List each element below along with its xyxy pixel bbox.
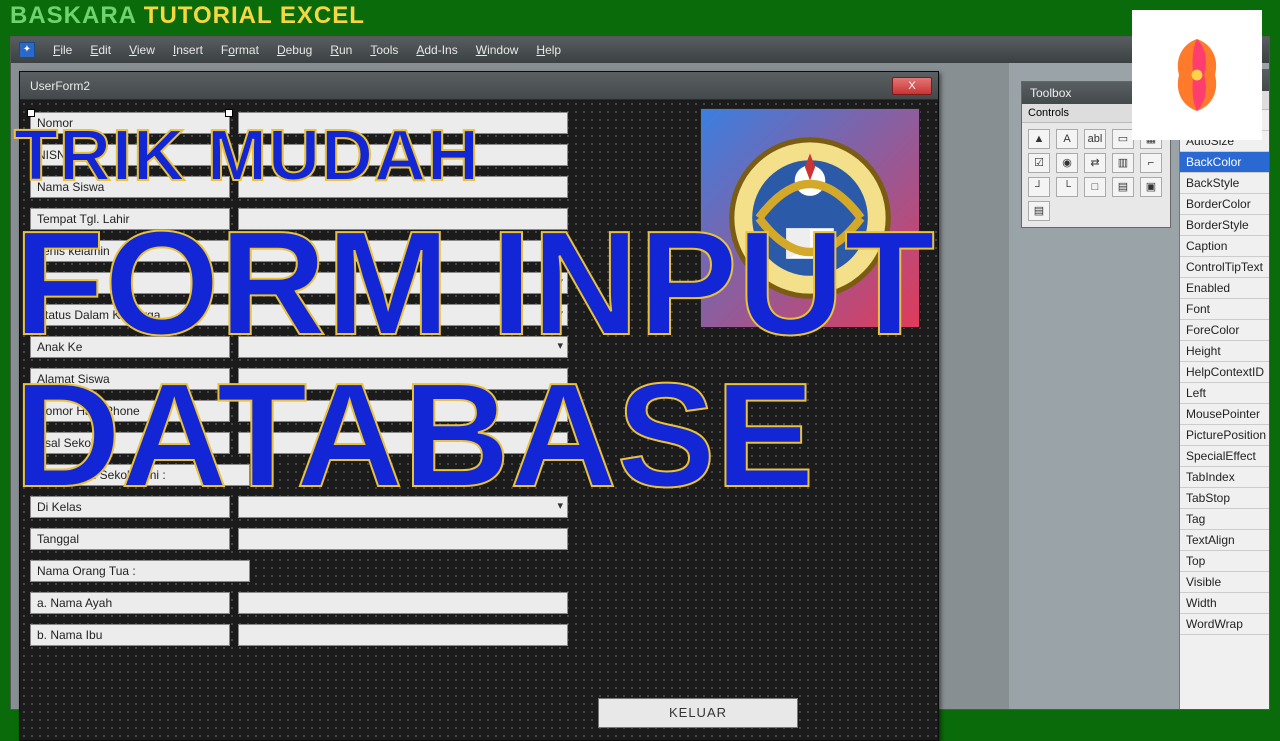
label-status[interactable]: Status Dalam Keluarga (30, 304, 230, 326)
prop-helpcontextid[interactable]: HelpContextID (1180, 362, 1269, 383)
prop-backcolor[interactable]: BackColor (1180, 152, 1269, 173)
combo-jk[interactable] (238, 240, 568, 262)
prop-mousepointer[interactable]: MousePointer (1180, 404, 1269, 425)
label-hp[interactable]: Nomor HandPhone (30, 400, 230, 422)
tool-11[interactable]: └ (1056, 177, 1078, 197)
section-ortu[interactable]: Nama Orang Tua : (30, 560, 250, 582)
tool-2[interactable]: abl (1084, 129, 1106, 149)
prop-font[interactable]: Font (1180, 299, 1269, 320)
watermark-title: TUTORIAL EXCEL (144, 2, 365, 29)
tool-10[interactable]: ┘ (1028, 177, 1050, 197)
combo-agama[interactable] (238, 272, 568, 294)
label-alamat[interactable]: Alamat Siswa (30, 368, 230, 390)
app-icon: ✦ (19, 42, 35, 58)
keluar-button[interactable]: KELUAR (598, 698, 798, 728)
input-asal[interactable] (238, 432, 568, 454)
tool-7[interactable]: ⇄ (1084, 153, 1106, 173)
menu-debug[interactable]: Debug (277, 43, 312, 57)
label-nama[interactable]: Nama Siswa (30, 176, 230, 198)
prop-left[interactable]: Left (1180, 383, 1269, 404)
menu-run[interactable]: Run (330, 43, 352, 57)
menu-file[interactable]: File (53, 43, 72, 57)
tool-13[interactable]: ▤ (1112, 177, 1134, 197)
form-designer[interactable]: UserForm2 X Nomor NISN Nama Siswa Tempat… (11, 63, 1009, 709)
menu-tools[interactable]: Tools (370, 43, 398, 57)
prop-width[interactable]: Width (1180, 593, 1269, 614)
menu-help[interactable]: Help (536, 43, 561, 57)
menu-addins[interactable]: Add-Ins (416, 43, 457, 57)
channel-logo (1132, 10, 1262, 140)
prop-backstyle[interactable]: BackStyle (1180, 173, 1269, 194)
tool-1[interactable]: A (1056, 129, 1078, 149)
tool-9[interactable]: ⌐ (1140, 153, 1162, 173)
school-crest-image[interactable] (700, 108, 920, 328)
input-nama[interactable] (238, 176, 568, 198)
vba-ide: ✦ File Edit View Insert Format Debug Run… (10, 36, 1270, 710)
prop-forecolor[interactable]: ForeColor (1180, 320, 1269, 341)
prop-wordwrap[interactable]: WordWrap (1180, 614, 1269, 635)
userform-titlebar[interactable]: UserForm2 X (20, 72, 938, 100)
tool-8[interactable]: ▥ (1112, 153, 1134, 173)
label-dikelas[interactable]: Di Kelas (30, 496, 230, 518)
prop-tabindex[interactable]: TabIndex (1180, 467, 1269, 488)
tool-6[interactable]: ◉ (1056, 153, 1078, 173)
prop-textalign[interactable]: TextAlign (1180, 530, 1269, 551)
prop-tag[interactable]: Tag (1180, 509, 1269, 530)
input-hp[interactable] (238, 400, 568, 422)
menu-edit[interactable]: Edit (90, 43, 111, 57)
tool-14[interactable]: ▣ (1140, 177, 1162, 197)
prop-caption[interactable]: Caption (1180, 236, 1269, 257)
menu-format[interactable]: Format (221, 43, 259, 57)
menu-bar: ✦ File Edit View Insert Format Debug Run… (11, 37, 1269, 63)
label-agama[interactable]: Agama (30, 272, 230, 294)
prop-pictureposition[interactable]: PicturePosition (1180, 425, 1269, 446)
tool-3[interactable]: ▭ (1112, 129, 1134, 149)
combo-status[interactable] (238, 304, 568, 326)
input-nomor[interactable] (238, 112, 568, 134)
tool-0[interactable]: ▲ (1028, 129, 1050, 149)
input-ayah[interactable] (238, 592, 568, 614)
userform-body[interactable]: Nomor NISN Nama Siswa Tempat Tgl. Lahir … (20, 100, 938, 740)
menu-insert[interactable]: Insert (173, 43, 203, 57)
prop-controltiptext[interactable]: ControlTipText (1180, 257, 1269, 278)
right-dock: Toolbox Controls ▲Aabl▭▦☑◉⇄▥⌐┘└□▤▣▤ Prop… (1009, 63, 1269, 709)
label-anakke[interactable]: Anak Ke (30, 336, 230, 358)
prop-top[interactable]: Top (1180, 551, 1269, 572)
prop-enabled[interactable]: Enabled (1180, 278, 1269, 299)
input-ibu[interactable] (238, 624, 568, 646)
label-nomor[interactable]: Nomor (30, 112, 230, 134)
close-button[interactable]: X (892, 77, 932, 95)
properties-list: AcceleratorAutoSizeBackColorBackStyleBor… (1180, 110, 1269, 635)
prop-bordercolor[interactable]: BorderColor (1180, 194, 1269, 215)
tool-15[interactable]: ▤ (1028, 201, 1050, 221)
prop-tabstop[interactable]: TabStop (1180, 488, 1269, 509)
label-asal[interactable]: Asal Sekolah (30, 432, 230, 454)
label-jk[interactable]: Jenis kelamin (30, 240, 230, 262)
tool-5[interactable]: ☑ (1028, 153, 1050, 173)
combo-anakke[interactable] (238, 336, 568, 358)
watermark-brand: BASKARA (10, 2, 136, 29)
tool-12[interactable]: □ (1084, 177, 1106, 197)
section-diterima[interactable]: Diterima Di Sekolah Ini : (30, 464, 250, 486)
label-ibu[interactable]: b. Nama Ibu (30, 624, 230, 646)
watermark: BASKARA TUTORIAL EXCEL (10, 2, 365, 30)
input-tanggal[interactable] (238, 528, 568, 550)
label-ttl[interactable]: Tempat Tgl. Lahir (30, 208, 230, 230)
prop-borderstyle[interactable]: BorderStyle (1180, 215, 1269, 236)
label-nisn[interactable]: NISN (30, 144, 230, 166)
menu-view[interactable]: View (129, 43, 155, 57)
properties-window[interactable]: Properties Alphabetic AcceleratorAutoSiz… (1179, 69, 1269, 709)
prop-specialeffect[interactable]: SpecialEffect (1180, 446, 1269, 467)
userform-title: UserForm2 (30, 79, 90, 93)
input-ttl[interactable] (238, 208, 568, 230)
label-ayah[interactable]: a. Nama Ayah (30, 592, 230, 614)
prop-visible[interactable]: Visible (1180, 572, 1269, 593)
menu-window[interactable]: Window (476, 43, 519, 57)
prop-height[interactable]: Height (1180, 341, 1269, 362)
input-alamat[interactable] (238, 368, 568, 390)
userform-window[interactable]: UserForm2 X Nomor NISN Nama Siswa Tempat… (19, 71, 939, 741)
label-tanggal[interactable]: Tanggal (30, 528, 230, 550)
input-nisn[interactable] (238, 144, 568, 166)
combo-dikelas[interactable] (238, 496, 568, 518)
